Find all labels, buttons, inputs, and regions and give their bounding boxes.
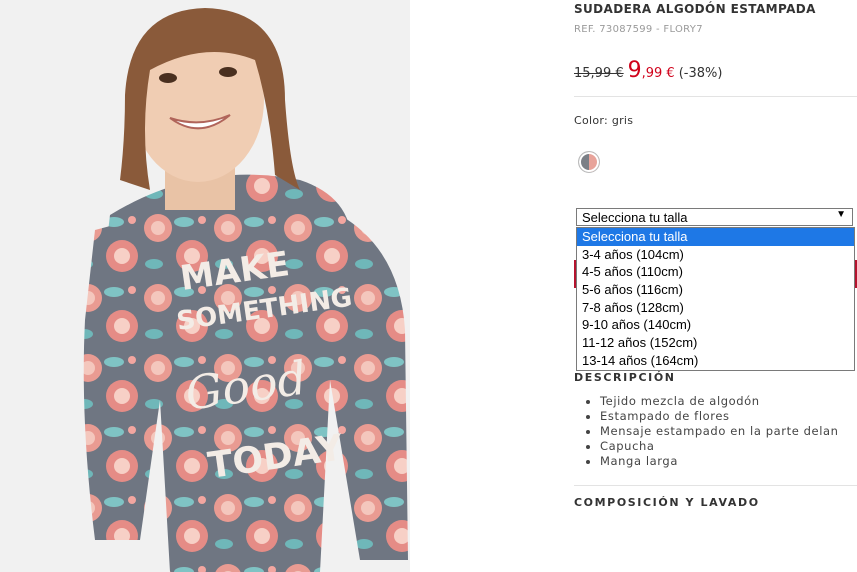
size-dropdown-list: Selecciona tu talla 3-4 años (104cm) 4-5… (576, 227, 855, 371)
size-option[interactable]: 4-5 años (110cm) (577, 263, 854, 281)
list-item: Estampado de flores (586, 409, 839, 424)
color-label: Color: gris (574, 114, 634, 127)
list-item: Tejido mezcla de algodón (586, 394, 839, 409)
sale-price-decimals: ,99 € (641, 66, 675, 81)
size-option[interactable]: 7-8 años (128cm) (577, 299, 854, 317)
price-block: 15,99 €9,99 € (-38%) (574, 58, 722, 83)
chevron-down-icon: ▼ (836, 209, 846, 220)
product-title: SUDADERA ALGODÓN ESTAMPADA (574, 2, 816, 16)
product-reference: REF. 73087599 - FLORY7 (574, 24, 703, 35)
size-option[interactable]: 9-10 años (140cm) (577, 316, 854, 334)
size-select[interactable]: Selecciona tu talla ▼ (576, 208, 853, 226)
sale-price: 9,99 € (628, 58, 675, 83)
size-select-value: Selecciona tu talla (582, 210, 688, 225)
size-option[interactable]: 3-4 años (104cm) (577, 246, 854, 264)
size-option[interactable]: 11-12 años (152cm) (577, 334, 854, 352)
size-option[interactable]: Selecciona tu talla (577, 228, 854, 246)
old-price: 15,99 € (574, 66, 624, 81)
divider (574, 96, 857, 97)
size-option[interactable]: 13-14 años (164cm) (577, 352, 854, 370)
size-option[interactable]: 5-6 años (116cm) (577, 281, 854, 299)
list-item: Mensaje estampado en la parte delan (586, 424, 839, 438)
composition-heading[interactable]: COMPOSICIÓN Y LAVADO (574, 496, 760, 509)
description-list: Tejido mezcla de algodón Estampado de fl… (586, 394, 839, 469)
sale-price-integer: 9 (627, 58, 642, 83)
color-swatch-gris[interactable] (578, 151, 600, 173)
divider (574, 485, 857, 486)
product-image[interactable]: MAKE SOMETHING Good TODAY (0, 0, 410, 572)
description-heading[interactable]: DESCRIPCIÓN (574, 371, 676, 384)
discount-badge: (-38%) (678, 66, 723, 81)
list-item: Manga larga (586, 454, 839, 469)
list-item: Capucha (586, 439, 839, 454)
product-photo-illustration: MAKE SOMETHING Good TODAY (0, 0, 410, 572)
